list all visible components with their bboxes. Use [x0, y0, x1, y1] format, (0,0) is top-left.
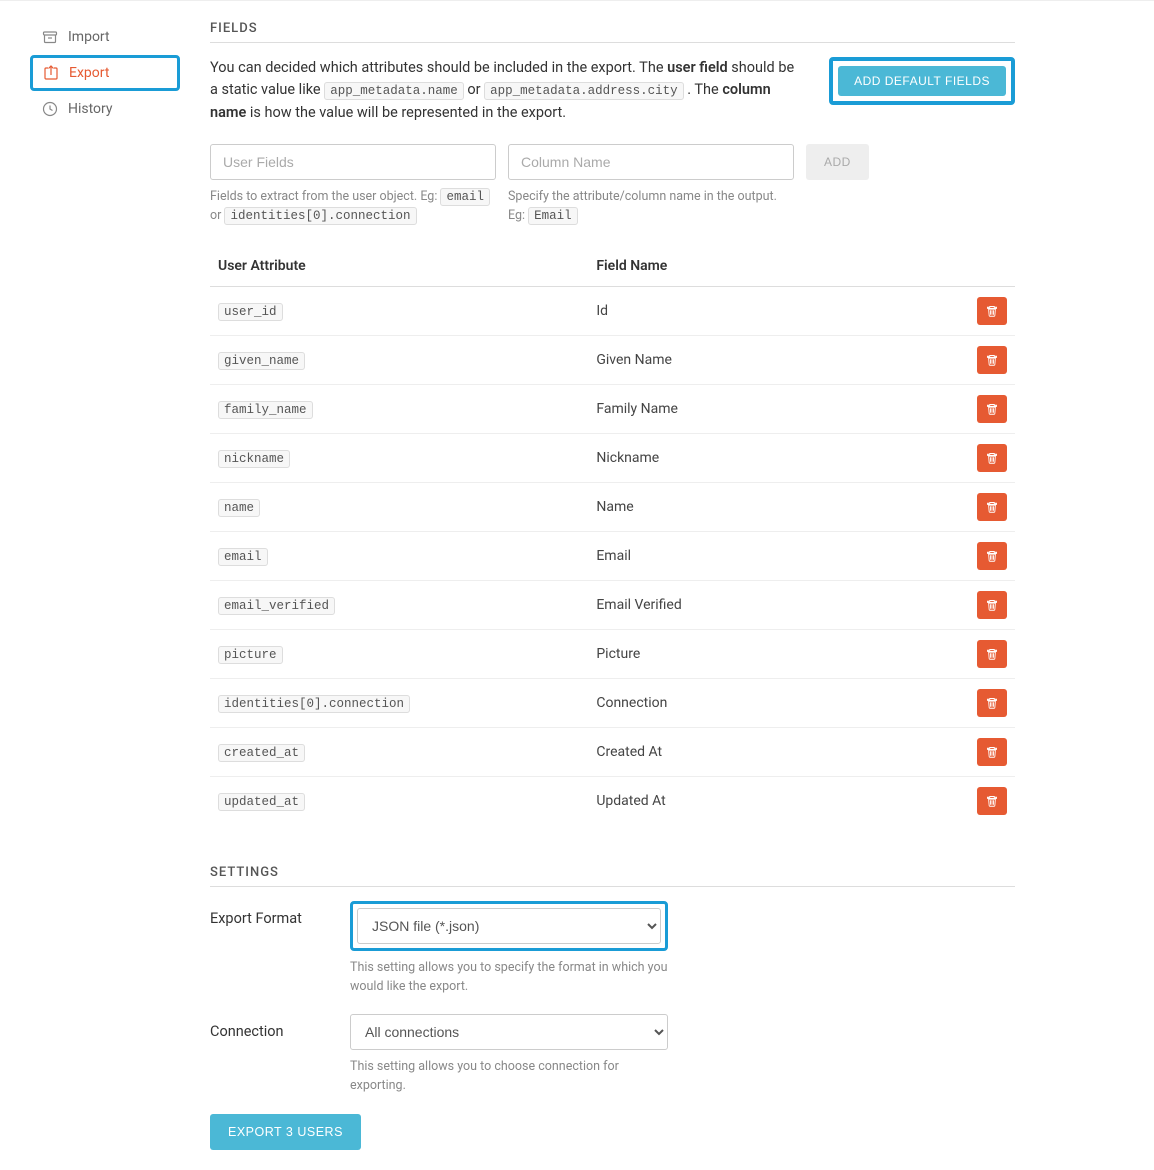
- table-row: picture Picture: [210, 629, 1015, 678]
- delete-button[interactable]: [977, 640, 1007, 668]
- table-row: name Name: [210, 482, 1015, 531]
- export-icon: [43, 65, 59, 81]
- delete-button[interactable]: [977, 738, 1007, 766]
- trash-icon: [986, 746, 998, 758]
- th-user-attribute: User Attribute: [210, 246, 588, 287]
- clock-icon: [42, 101, 58, 117]
- field-name-value: Updated At: [588, 776, 934, 825]
- trash-icon: [986, 403, 998, 415]
- user-attribute-value: nickname: [218, 450, 290, 468]
- field-name-value: Family Name: [588, 384, 934, 433]
- export-format-label: Export Format: [210, 901, 350, 997]
- trash-icon: [986, 354, 998, 366]
- table-row: given_name Given Name: [210, 335, 1015, 384]
- th-field-name: Field Name: [588, 246, 934, 287]
- table-row: updated_at Updated At: [210, 776, 1015, 825]
- connection-select-wrap: All connections: [350, 1014, 668, 1050]
- sidebar-item-import[interactable]: Import: [30, 21, 180, 53]
- table-row: email_verified Email Verified: [210, 580, 1015, 629]
- trash-icon: [986, 305, 998, 317]
- delete-button[interactable]: [977, 395, 1007, 423]
- delete-button[interactable]: [977, 493, 1007, 521]
- table-row: nickname Nickname: [210, 433, 1015, 482]
- add-button[interactable]: ADD: [806, 144, 869, 180]
- user-attribute-value: given_name: [218, 352, 305, 370]
- delete-button[interactable]: [977, 346, 1007, 374]
- trash-icon: [986, 599, 998, 611]
- trash-icon: [986, 697, 998, 709]
- sidebar-item-label: History: [68, 101, 113, 117]
- table-row: email Email: [210, 531, 1015, 580]
- field-name-value: Connection: [588, 678, 934, 727]
- delete-button[interactable]: [977, 689, 1007, 717]
- trash-icon: [986, 501, 998, 513]
- user-attribute-value: created_at: [218, 744, 305, 762]
- table-row: identities[0].connection Connection: [210, 678, 1015, 727]
- main-content: FIELDS You can decided which attributes …: [210, 21, 1015, 1150]
- user-attribute-value: name: [218, 499, 260, 517]
- fields-heading: FIELDS: [210, 21, 1015, 43]
- archive-icon: [42, 29, 58, 45]
- sidebar-item-label: Export: [69, 65, 109, 81]
- user-fields-help: Fields to extract from the user object. …: [210, 188, 496, 226]
- connection-select[interactable]: All connections: [350, 1014, 668, 1050]
- user-attribute-value: email: [218, 548, 268, 566]
- delete-button[interactable]: [977, 542, 1007, 570]
- trash-icon: [986, 795, 998, 807]
- field-name-value: Given Name: [588, 335, 934, 384]
- delete-button[interactable]: [977, 297, 1007, 325]
- delete-button[interactable]: [977, 787, 1007, 815]
- sidebar-item-history[interactable]: History: [30, 93, 180, 125]
- fields-table: User Attribute Field Name user_id Id giv…: [210, 246, 1015, 825]
- user-attribute-value: user_id: [218, 303, 283, 321]
- field-name-value: Nickname: [588, 433, 934, 482]
- field-name-value: Created At: [588, 727, 934, 776]
- column-name-help: Specify the attribute/column name in the…: [508, 188, 794, 226]
- sidebar-item-label: Import: [68, 29, 110, 45]
- add-default-fields-button[interactable]: ADD DEFAULT FIELDS: [838, 66, 1006, 96]
- table-row: user_id Id: [210, 286, 1015, 335]
- column-name-input[interactable]: [508, 144, 794, 180]
- export-format-highlight: JSON file (*.json): [350, 901, 668, 951]
- trash-icon: [986, 648, 998, 660]
- trash-icon: [986, 452, 998, 464]
- user-fields-input[interactable]: [210, 144, 496, 180]
- trash-icon: [986, 550, 998, 562]
- field-name-value: Email: [588, 531, 934, 580]
- field-name-value: Picture: [588, 629, 934, 678]
- user-attribute-value: email_verified: [218, 597, 335, 615]
- delete-button[interactable]: [977, 591, 1007, 619]
- export-format-help: This setting allows you to specify the f…: [350, 959, 670, 997]
- connection-help: This setting allows you to choose connec…: [350, 1058, 670, 1096]
- fields-description: You can decided which attributes should …: [210, 57, 799, 124]
- export-format-select[interactable]: JSON file (*.json): [357, 908, 661, 944]
- user-attribute-value: updated_at: [218, 793, 305, 811]
- settings-heading: SETTINGS: [210, 865, 1015, 887]
- user-attribute-value: identities[0].connection: [218, 695, 410, 713]
- table-row: created_at Created At: [210, 727, 1015, 776]
- connection-label: Connection: [210, 1014, 350, 1096]
- field-name-value: Email Verified: [588, 580, 934, 629]
- user-attribute-value: family_name: [218, 401, 313, 419]
- user-attribute-value: picture: [218, 646, 283, 664]
- add-default-fields-highlight: ADD DEFAULT FIELDS: [829, 57, 1015, 105]
- sidebar-item-export[interactable]: Export: [30, 55, 180, 91]
- table-row: family_name Family Name: [210, 384, 1015, 433]
- field-name-value: Id: [588, 286, 934, 335]
- field-name-value: Name: [588, 482, 934, 531]
- sidebar: Import Export History: [30, 21, 180, 1150]
- delete-button[interactable]: [977, 444, 1007, 472]
